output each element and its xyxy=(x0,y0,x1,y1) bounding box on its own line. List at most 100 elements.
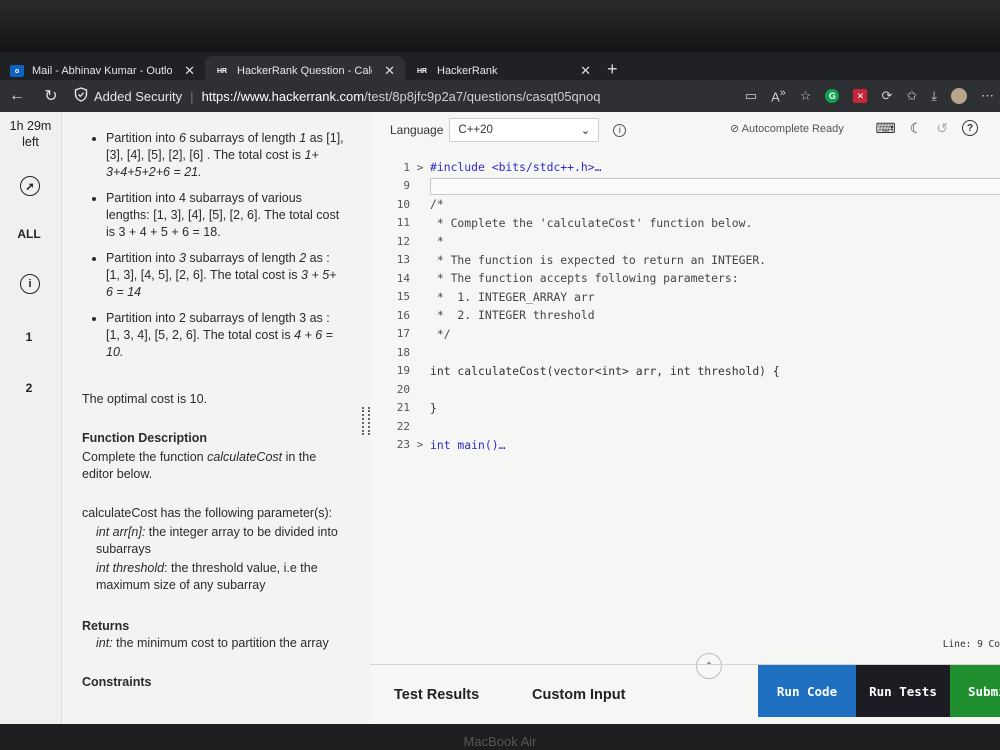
profile-avatar[interactable] xyxy=(951,88,967,104)
hackerrank-icon: HR xyxy=(216,67,228,75)
text: 6 xyxy=(178,131,186,145)
language-label: Language xyxy=(390,123,444,137)
code-line[interactable]: 1 > #include <bits/stdc++.h>… xyxy=(370,158,1000,177)
close-tab-icon[interactable]: ✕ xyxy=(184,63,195,79)
security-label: Added Security xyxy=(94,88,183,104)
text: Partition into 4 subarrays of various le… xyxy=(106,191,340,239)
hackerrank-test-page: 1h 29m left ➚ ALL i 1 2 Partition into 6… xyxy=(0,112,1000,724)
extensions-icon[interactable]: ⟳ xyxy=(881,88,892,104)
text: the minimum cost to partition the array xyxy=(112,636,329,650)
code-editor-panel: Language C++20 ⌄ i ⊘ Autocomplete Ready … xyxy=(370,112,1000,724)
tab-label: HackerRank Question - Calcul xyxy=(237,65,373,77)
run-code-button[interactable]: Run Code xyxy=(758,665,856,717)
code-line[interactable]: 10 /* xyxy=(370,195,1000,214)
line-number: 11 xyxy=(396,216,410,230)
code-line[interactable]: 21} xyxy=(370,399,1000,418)
line-number: 13 xyxy=(396,253,410,267)
time-remaining: 1h 29m left xyxy=(0,118,61,150)
fold-chevron-icon[interactable]: > xyxy=(410,438,430,451)
security-indicator[interactable]: Added Security xyxy=(74,87,182,105)
extension-x-icon[interactable]: ✕ xyxy=(853,89,868,103)
question-nav-rail: 1h 29m left ➚ ALL i 1 2 xyxy=(0,112,62,724)
list-item: Partition into 2 subarrays of length 3 a… xyxy=(106,310,346,361)
language-select[interactable]: C++20 ⌄ xyxy=(449,118,600,142)
fold-chevron-icon[interactable]: > xyxy=(410,161,430,174)
cursor-position: Line: 9 Co xyxy=(942,639,1000,650)
submit-button[interactable]: Submi xyxy=(950,665,1000,717)
text: int threshold xyxy=(96,561,165,575)
url-path: /test/8p8jfc9p2a7/questions/casqt05qnoq xyxy=(364,88,601,104)
reload-icon[interactable]: ↻ xyxy=(34,86,68,106)
question-2-link[interactable]: 2 xyxy=(0,381,58,395)
close-tab-icon[interactable]: ✕ xyxy=(580,63,591,79)
code-line[interactable]: 20 xyxy=(370,380,1000,399)
question-1-link[interactable]: 1 xyxy=(0,330,58,344)
code-line[interactable]: 13 * The function is expected to return … xyxy=(370,251,1000,270)
url-field[interactable]: https://www.hackerrank.com/test/8p8jfc9p… xyxy=(202,89,601,104)
downloads-icon[interactable]: ⤓ xyxy=(931,88,937,104)
text: subarrays of length xyxy=(185,131,300,145)
info-icon[interactable]: i xyxy=(613,123,627,137)
code-line[interactable]: 17 */ xyxy=(370,325,1000,344)
code-line[interactable]: 11 * Complete the 'calculateCost' functi… xyxy=(370,214,1000,233)
help-icon[interactable]: ? xyxy=(962,120,978,136)
tab-test-results[interactable]: Test Results xyxy=(394,687,479,703)
code-line[interactable]: 12 * xyxy=(370,232,1000,251)
active-line-highlight xyxy=(430,177,1000,195)
tab-label: Mail - Abhinav Kumar - Outloo xyxy=(32,65,173,77)
tab-custom-input[interactable]: Custom Input xyxy=(532,687,625,703)
line-number: 19 xyxy=(396,364,410,378)
grammarly-icon[interactable]: G xyxy=(825,89,840,103)
list-item: Partition into 4 subarrays of various le… xyxy=(106,190,346,241)
compass-icon[interactable]: ➚ xyxy=(20,176,40,196)
text: int arr[n]: xyxy=(96,525,146,539)
keyboard-icon[interactable]: ⌨ xyxy=(875,120,895,137)
read-aloud-icon[interactable]: A» xyxy=(771,87,786,104)
back-arrow-icon[interactable]: ← xyxy=(0,87,34,105)
line-number: 15 xyxy=(396,290,410,304)
timer-suffix: left xyxy=(22,135,39,149)
panel-resize-handle[interactable] xyxy=(362,407,370,435)
code-line[interactable]: 19 int calculateCost(vector<int> arr, int… xyxy=(370,362,1000,381)
screen-bezel xyxy=(0,0,1000,52)
code-text: * xyxy=(430,234,444,249)
code-line[interactable]: 16 * 2. INTEGER threshold xyxy=(370,306,1000,325)
editor-toolbar: Language C++20 ⌄ i ⊘ Autocomplete Ready … xyxy=(370,112,1000,148)
code-line[interactable]: 15 * 1. INTEGER_ARRAY arr xyxy=(370,288,1000,307)
device-brand: MacBook Air xyxy=(463,734,537,749)
dark-mode-moon-icon[interactable]: ☾ xyxy=(910,120,923,137)
code-line[interactable]: 18 xyxy=(370,343,1000,362)
code-area[interactable]: 1 > #include <bits/stdc++.h>… 9 10 /* 11 * Com… xyxy=(370,158,1000,454)
function-description-heading: Function Description xyxy=(82,431,207,445)
problem-statement: Partition into 6 subarrays of length 1 a… xyxy=(62,112,360,724)
text: int: xyxy=(96,636,113,650)
code-line[interactable]: 14 * The function accepts following para… xyxy=(370,269,1000,288)
run-tests-button[interactable]: Run Tests xyxy=(856,665,950,717)
text: Partition into xyxy=(106,131,179,145)
line-number: 22 xyxy=(396,419,410,433)
code-text: * 2. INTEGER threshold xyxy=(430,308,595,323)
optimal-cost-text: The optimal cost is 10. xyxy=(82,392,208,406)
reset-icon[interactable]: ↺ xyxy=(936,120,948,137)
favorites-icon[interactable]: ✩ xyxy=(906,88,917,104)
code-line[interactable]: 22 xyxy=(370,417,1000,436)
more-menu-icon[interactable]: ⋯ xyxy=(981,88,994,104)
param-arr: int arr[n]: the integer array to be divi… xyxy=(82,524,346,558)
favorite-star-icon[interactable]: ☆ xyxy=(800,88,812,104)
autocomplete-status[interactable]: ⊘ Autocomplete Ready xyxy=(730,122,844,135)
line-number: 17 xyxy=(396,327,410,341)
close-tab-icon[interactable]: ✕ xyxy=(384,63,395,79)
info-icon[interactable]: i xyxy=(20,274,40,294)
tab-label: HackerRank xyxy=(437,65,498,77)
code-text: /* xyxy=(430,197,444,212)
code-line[interactable]: 9 xyxy=(370,177,1000,196)
video-icon[interactable]: ▭ xyxy=(745,88,757,104)
line-number: 10 xyxy=(396,197,410,211)
code-text: * Complete the 'calculateCost' function … xyxy=(430,215,753,230)
rail-all-questions[interactable]: ALL xyxy=(0,227,58,241)
example-partitions: Partition into 6 subarrays of length 1 a… xyxy=(82,130,346,361)
code-line[interactable]: 23 > int main()… xyxy=(370,436,1000,455)
text: 3 xyxy=(178,251,186,265)
line-number: 20 xyxy=(396,382,410,396)
code-text: int main()… xyxy=(430,437,506,452)
